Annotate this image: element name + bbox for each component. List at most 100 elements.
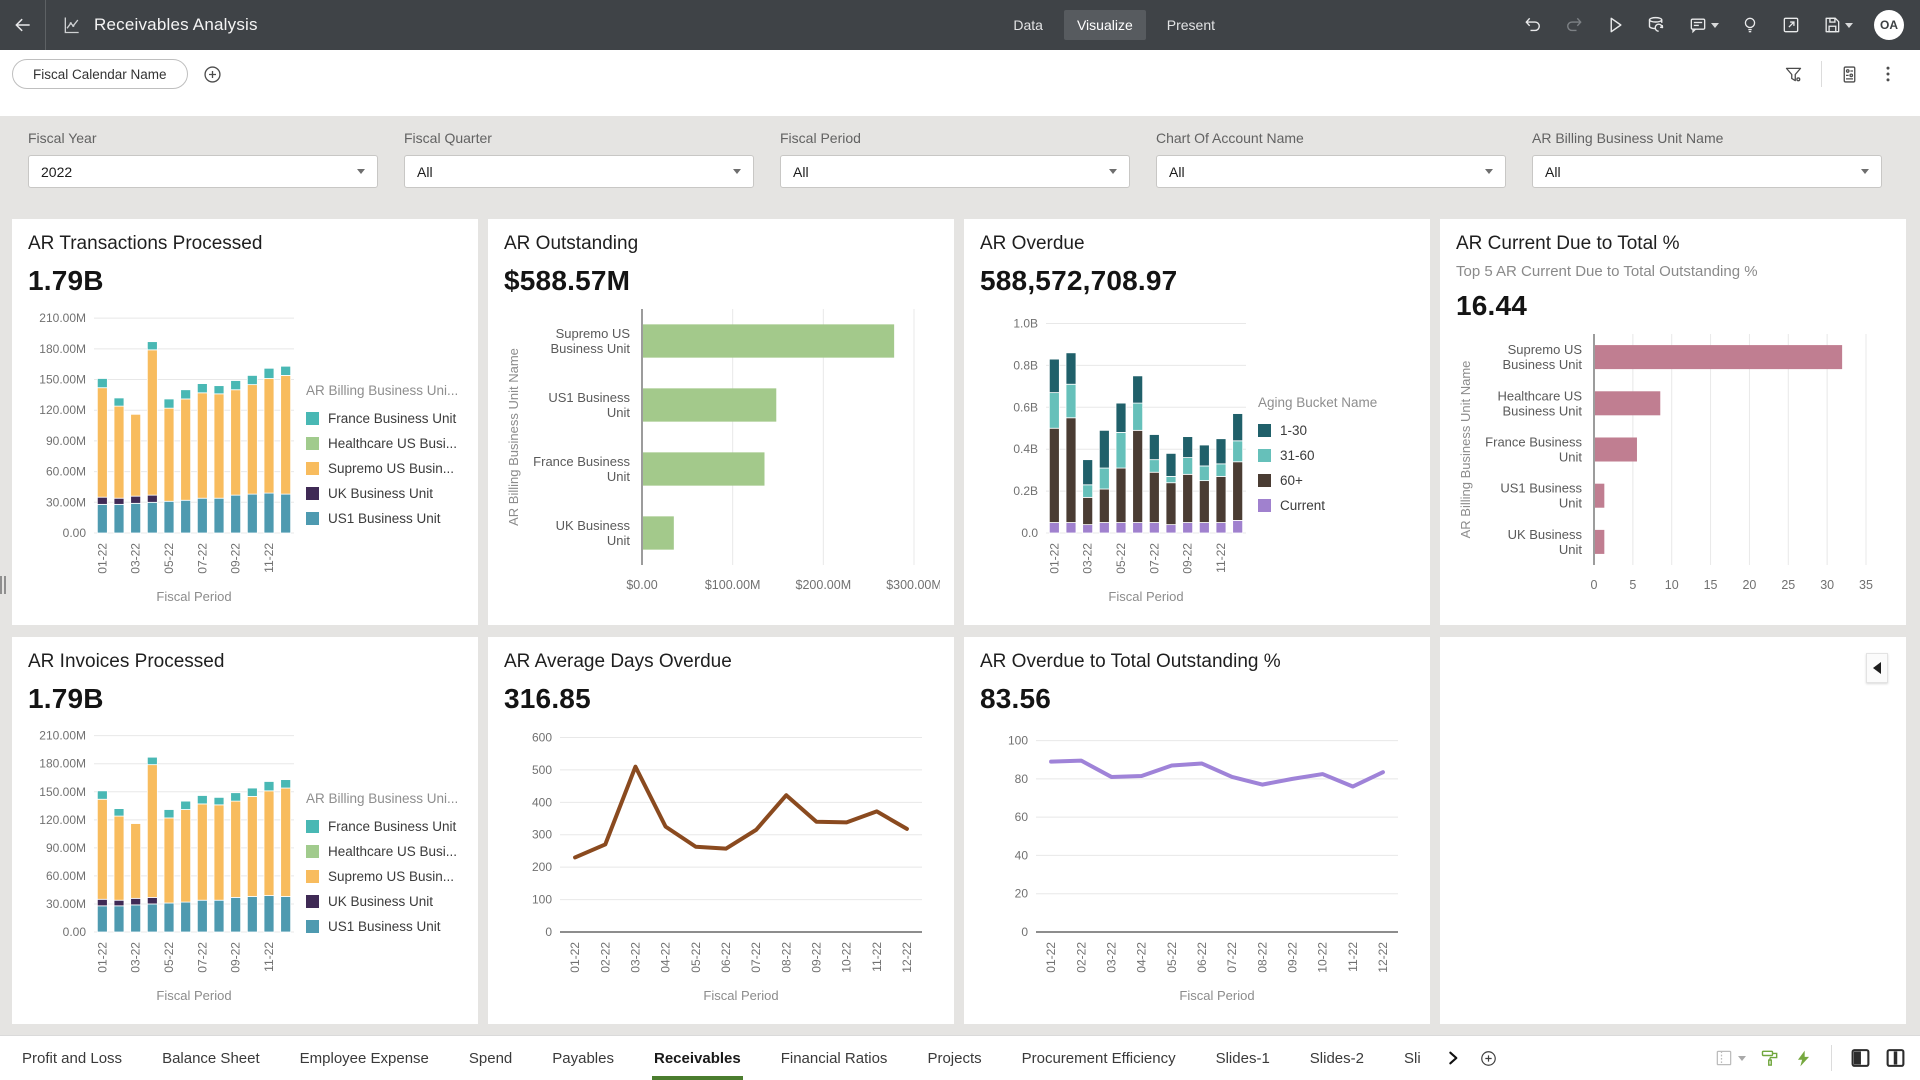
svg-text:300: 300 [532,828,552,842]
legend-item-healthcare-us-busi[interactable]: Healthcare US Busi... [306,436,464,451]
card-ar-overdue-to-total-outstanding: AR Overdue to Total Outstanding %83.5602… [964,637,1430,1024]
chart-canvas[interactable]: 0.0030.00M60.00M90.00M120.00M150.00M180.… [28,301,302,617]
canvas-tab-procurement-efficiency[interactable]: Procurement Efficiency [1020,1036,1178,1080]
add-filter-button[interactable] [202,64,223,85]
scroll-tabs-right-button[interactable] [1445,1050,1461,1066]
undo-button[interactable] [1523,15,1543,35]
canvas-tab-profit-and-loss[interactable]: Profit and Loss [20,1036,124,1080]
canvas-tab-projects[interactable]: Projects [925,1036,983,1080]
legend-item-1-30[interactable]: 1-30 [1258,423,1416,438]
comments-button[interactable] [1688,15,1719,35]
legend-label: France Business Unit [328,411,456,426]
chart-canvas[interactable]: 02040608010001-2202-2203-2204-2205-2206-… [980,719,1416,1016]
panel-toggle-right-button[interactable] [1885,1047,1906,1069]
svg-text:10-22: 10-22 [1316,942,1330,973]
refresh-data-button[interactable] [1646,15,1667,36]
svg-text:0: 0 [545,925,552,939]
chart-canvas[interactable]: 010020030040050060001-2202-2203-2204-220… [504,719,940,1016]
kebab-menu-button[interactable] [1874,60,1902,88]
legend-item-supremo-us-busin[interactable]: Supremo US Busin... [306,461,464,476]
legend-swatch [1258,499,1271,512]
canvas-tab-sli[interactable]: Sli [1402,1036,1423,1080]
chevron-down-icon [1861,169,1869,174]
filter-group-ar-billing-business-unit-name: AR Billing Business Unit NameAll [1532,130,1882,206]
add-canvas-button[interactable] [1479,1049,1498,1068]
canvas-tab-slides-2[interactable]: Slides-2 [1308,1036,1366,1080]
canvas-tab-payables[interactable]: Payables [550,1036,616,1080]
legend-item-60[interactable]: 60+ [1258,473,1416,488]
legend-label: 31-60 [1280,448,1315,463]
card-ar-outstanding: AR Outstanding$588.57M$0.00$100.00M$200.… [488,219,954,625]
save-button[interactable] [1822,15,1853,35]
canvas-tab-balance-sheet[interactable]: Balance Sheet [160,1036,262,1080]
export-button[interactable] [1781,15,1801,35]
legend-item-supremo-us-busin[interactable]: Supremo US Busin... [306,869,464,884]
filter-label: Fiscal Quarter [404,130,754,146]
auto-apply-button[interactable] [1794,1049,1813,1068]
legend-item-current[interactable]: Current [1258,498,1416,513]
filter-select-fiscal-quarter[interactable]: All [404,155,754,188]
svg-text:Business Unit: Business Unit [1503,357,1583,372]
mode-tab-data[interactable]: Data [1000,10,1056,40]
canvas-tab-employee-expense[interactable]: Employee Expense [298,1036,431,1080]
insights-button[interactable] [1740,15,1760,35]
svg-text:$100.00M: $100.00M [705,578,761,592]
legend-item-france-business-unit[interactable]: France Business Unit [306,819,464,834]
legend-item-us1-business-unit[interactable]: US1 Business Unit [306,511,464,526]
back-button[interactable] [0,0,46,50]
card-ar-overdue: AR Overdue588,572,708.970.00.2B0.4B0.6B0… [964,219,1430,625]
paint-roller-button[interactable] [1760,1048,1780,1068]
filter-bar-toggle-button[interactable] [1779,60,1808,89]
svg-text:11-22: 11-22 [1214,543,1228,573]
svg-text:Fiscal Period: Fiscal Period [703,988,778,1003]
canvas-bar-right-actions [1714,1036,1906,1080]
canvas-tab-spend[interactable]: Spend [467,1036,514,1080]
filter-value: 2022 [41,164,72,180]
mode-tab-visualize[interactable]: Visualize [1064,10,1146,40]
canvas-tab-slides-1[interactable]: Slides-1 [1214,1036,1272,1080]
avatar[interactable]: OA [1874,10,1904,40]
svg-text:0.00: 0.00 [63,526,87,540]
canvas-layout-caret-icon [1738,1056,1746,1061]
svg-text:30.00M: 30.00M [46,897,86,911]
panel-toggle-left-button[interactable] [1850,1047,1871,1069]
run-button[interactable] [1605,15,1625,35]
svg-text:90.00M: 90.00M [46,434,86,448]
chart-canvas[interactable]: 05101520253035Supremo USBusiness UnitHea… [1456,326,1892,617]
svg-text:France Business: France Business [1485,435,1582,450]
filter-select-ar-billing-business-unit-name[interactable]: All [1532,155,1882,188]
filter-select-chart-of-account-name[interactable]: All [1156,155,1506,188]
canvas-layout-button[interactable] [1714,1048,1746,1068]
svg-text:US1 Business: US1 Business [1500,481,1582,496]
canvas-tab-receivables[interactable]: Receivables [652,1036,743,1080]
legend-item-uk-business-unit[interactable]: UK Business Unit [306,894,464,909]
legend-item-31-60[interactable]: 31-60 [1258,448,1416,463]
filter-group-fiscal-period: Fiscal PeriodAll [780,130,1130,206]
filter-value: All [417,164,433,180]
card-kpi-value: 588,572,708.97 [980,265,1416,297]
mode-tab-present[interactable]: Present [1154,10,1228,40]
left-resize-handle[interactable] [0,576,7,594]
chart-canvas[interactable]: 0.0030.00M60.00M90.00M120.00M150.00M180.… [28,719,302,1016]
chart-canvas[interactable]: 0.00.2B0.4B0.6B0.8B1.0B01-2203-2205-2207… [980,301,1254,617]
legend-swatch [306,412,319,425]
bottom-bar-divider [1831,1045,1832,1071]
canvas-tab-financial-ratios[interactable]: Financial Ratios [779,1036,890,1080]
toolbar-right-actions [1779,60,1902,89]
canvas-settings-button[interactable] [1835,60,1864,89]
filter-select-fiscal-period[interactable]: All [780,155,1130,188]
svg-text:$300.00M: $300.00M [886,578,940,592]
legend-item-healthcare-us-busi[interactable]: Healthcare US Busi... [306,844,464,859]
legend-item-us1-business-unit[interactable]: US1 Business Unit [306,919,464,934]
chart-canvas[interactable]: $0.00$100.00M$200.00M$300.00MSupremo USB… [504,301,940,617]
filter-pill-fiscal-calendar-name[interactable]: Fiscal Calendar Name [12,59,188,89]
svg-text:210.00M: 210.00M [39,311,86,325]
legend-item-uk-business-unit[interactable]: UK Business Unit [306,486,464,501]
legend-item-france-business-unit[interactable]: France Business Unit [306,411,464,426]
redo-button[interactable] [1564,15,1584,35]
filter-select-fiscal-year[interactable]: 2022 [28,155,378,188]
filter-value: All [793,164,809,180]
svg-text:11-22: 11-22 [1346,942,1360,972]
card-kpi-value: $588.57M [504,265,940,297]
expand-panel-tab[interactable] [1866,653,1888,683]
